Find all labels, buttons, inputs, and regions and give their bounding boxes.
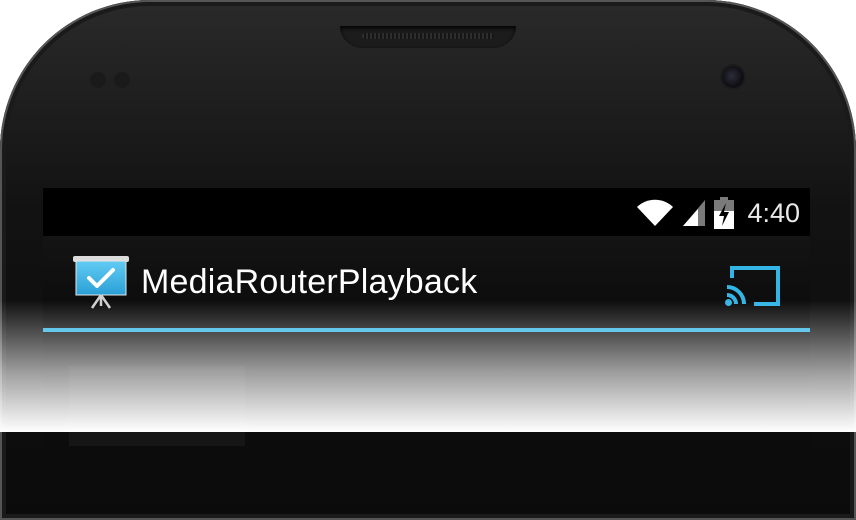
signal-icon [683, 200, 706, 226]
content-area [43, 332, 810, 452]
cast-button[interactable] [724, 264, 782, 308]
wifi-icon [637, 199, 674, 226]
status-icons: 4:40 [635, 197, 800, 229]
speaker-grill [362, 33, 494, 39]
presentation-checkmark-icon[interactable] [73, 256, 129, 310]
content-panel [69, 366, 245, 446]
status-bar: 4:40 [43, 188, 810, 236]
screen: 4:40 MediaRouterPlayback [43, 188, 810, 452]
action-bar: MediaRouterPlayback [43, 236, 810, 328]
earpiece-speaker [340, 26, 516, 48]
cast-icon [725, 266, 780, 306]
proximity-sensor [90, 72, 106, 88]
front-camera [722, 66, 744, 88]
battery-charging-icon [714, 197, 735, 229]
device-frame: 4:40 MediaRouterPlayback [0, 0, 856, 520]
app-title: MediaRouterPlayback [141, 263, 478, 301]
status-time: 4:40 [747, 197, 800, 228]
light-sensor [114, 72, 130, 88]
